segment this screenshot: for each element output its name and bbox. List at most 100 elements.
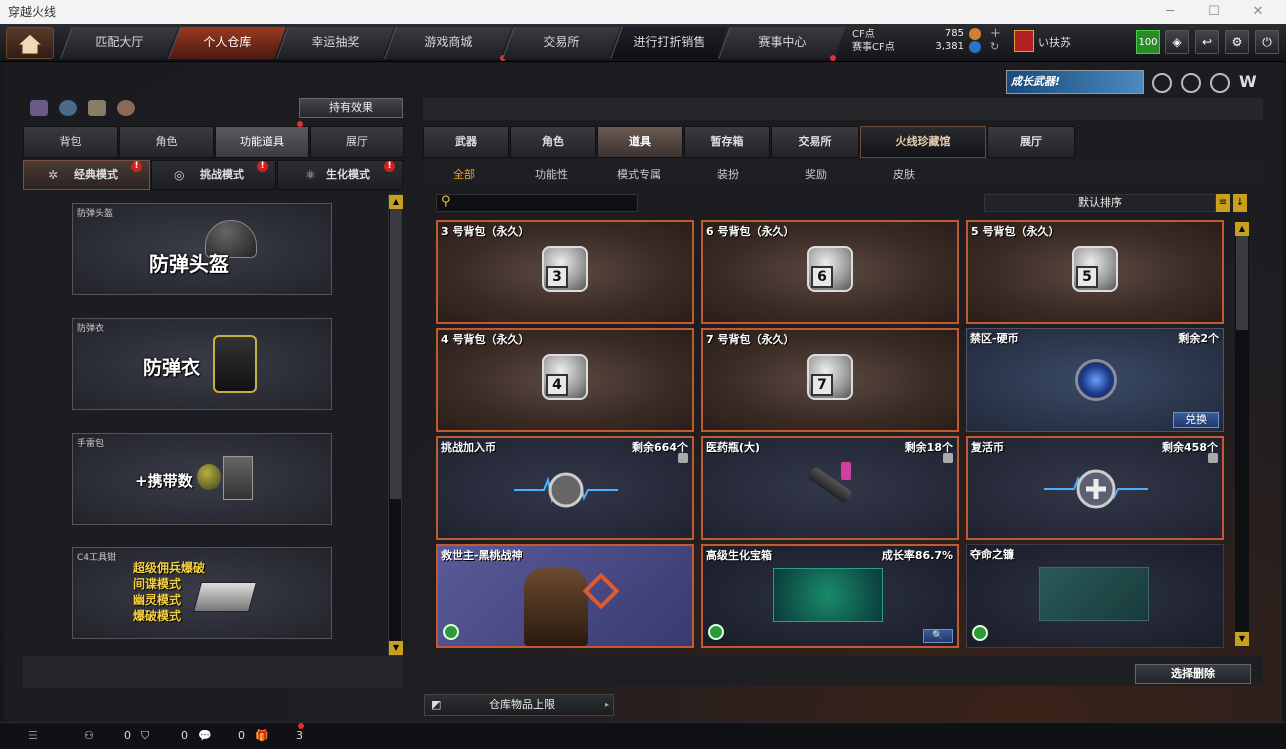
tab-match-lobby[interactable]: 匹配大厅 bbox=[60, 27, 178, 59]
right-tab-exchange[interactable]: 交易所 bbox=[771, 126, 859, 158]
tab-label: 游戏商城 bbox=[424, 35, 473, 49]
rank-icon[interactable] bbox=[30, 100, 48, 116]
right-tab-collection[interactable]: 火线珍藏馆 bbox=[860, 126, 986, 158]
burst-icon[interactable] bbox=[1210, 73, 1230, 93]
item-card[interactable]: 复活币 剩余458个 bbox=[966, 436, 1224, 540]
close-button[interactable]: ✕ bbox=[1238, 0, 1278, 24]
item-card-c4-tool[interactable]: C4工具钳 超级佣兵爆破 间谍模式 幽灵模式 爆破模式 bbox=[72, 547, 332, 639]
zombie-icon bbox=[708, 624, 724, 640]
shield-status-icon[interactable]: ⛉ bbox=[141, 729, 149, 743]
effects-button[interactable]: 持有效果 bbox=[299, 98, 403, 118]
clan-icon[interactable] bbox=[1014, 30, 1034, 52]
item-card-helmet[interactable]: 防弹头盔 防弹头盔 bbox=[72, 203, 332, 295]
item-card[interactable]: 夺命之镰 bbox=[966, 544, 1224, 648]
right-scrollbar[interactable]: ▲ ▼ bbox=[1235, 222, 1249, 646]
person-icon[interactable] bbox=[88, 100, 106, 116]
subtab-decoration[interactable]: 装扮 bbox=[717, 166, 739, 182]
alert-icon: ! bbox=[384, 161, 395, 172]
username[interactable]: い扶苏 bbox=[1038, 34, 1071, 50]
scroll-down-icon[interactable]: ▼ bbox=[389, 641, 403, 655]
left-tab-functional-items[interactable]: 功能道具 bbox=[215, 126, 309, 158]
scroll-thumb[interactable] bbox=[390, 209, 401, 499]
left-tab-character[interactable]: 角色 bbox=[119, 126, 214, 158]
cf-label: CF点 bbox=[852, 29, 875, 40]
right-tab-weapons[interactable]: 武器 bbox=[423, 126, 509, 158]
left-tab-backpack[interactable]: 背包 bbox=[23, 126, 118, 158]
item-name: 禁区-硬币 bbox=[970, 332, 1019, 345]
subtab-mode-exclusive[interactable]: 模式专属 bbox=[617, 166, 661, 182]
scroll-down-icon[interactable]: ▼ bbox=[1235, 632, 1249, 646]
target-icon[interactable] bbox=[1181, 73, 1201, 93]
item-card[interactable]: 3 号背包（永久） 3 bbox=[436, 220, 694, 324]
tab-label: 进行打折销售 bbox=[633, 35, 706, 49]
menu-icon[interactable]: ☰ bbox=[28, 729, 38, 742]
vip-icon[interactable]: W bbox=[1239, 72, 1257, 91]
chat-count: 0 bbox=[238, 729, 245, 742]
card-tag: 手雷包 bbox=[77, 439, 105, 449]
subtab-all[interactable]: 全部 bbox=[453, 166, 475, 182]
zombie-icon bbox=[443, 624, 459, 640]
cycle-icon[interactable] bbox=[59, 100, 77, 116]
item-card-grenade-pack[interactable]: 手雷包 +携带数 bbox=[72, 433, 332, 525]
left-scrollbar[interactable]: ▲ ▼ bbox=[388, 194, 403, 656]
item-card[interactable]: 7 号背包（永久） 7 bbox=[701, 328, 959, 432]
right-tab-storage-box[interactable]: 暂存箱 bbox=[684, 126, 770, 158]
left-footer bbox=[23, 656, 403, 688]
item-card[interactable]: 救世主-黑桃战神 bbox=[436, 544, 694, 648]
card-title: +携带数 bbox=[135, 472, 193, 490]
tab-warehouse[interactable]: 个人仓库 bbox=[168, 27, 286, 59]
storage-limit-bar[interactable]: ◩ 仓库物品上限 ▸ bbox=[424, 694, 614, 716]
subtab-rewards[interactable]: 奖励 bbox=[805, 166, 827, 182]
gift-icon[interactable]: 🎁 bbox=[255, 729, 269, 742]
level-badge[interactable]: 100 bbox=[1136, 30, 1160, 54]
scroll-up-icon[interactable]: ▲ bbox=[389, 195, 403, 209]
minimize-button[interactable]: ─ bbox=[1150, 0, 1190, 24]
tab-discount-sale[interactable]: 进行打折销售 bbox=[610, 27, 728, 59]
promo-banner[interactable]: 成长武器! bbox=[1006, 70, 1144, 94]
right-tab-items[interactable]: 道具 bbox=[597, 126, 683, 158]
right-tab-characters[interactable]: 角色 bbox=[510, 126, 596, 158]
sort-dropdown[interactable]: 默认排序 bbox=[984, 194, 1216, 212]
left-tab-gallery[interactable]: 展厅 bbox=[310, 126, 404, 158]
tab-event-center[interactable]: 赛事中心 bbox=[718, 27, 846, 59]
tab-lucky-draw[interactable]: 幸运抽奖 bbox=[276, 27, 394, 59]
shield-icon[interactable]: ◈ bbox=[1165, 30, 1189, 54]
item-card[interactable]: 禁区-硬币 剩余2个 兑换 bbox=[966, 328, 1224, 432]
tab-game-mall[interactable]: 游戏商城 bbox=[384, 27, 512, 59]
magnify-button[interactable]: 🔍 bbox=[923, 629, 953, 643]
item-card[interactable]: 4 号背包（永久） 4 bbox=[436, 328, 694, 432]
scroll-thumb[interactable] bbox=[1236, 236, 1248, 330]
bag-icon[interactable] bbox=[117, 100, 135, 116]
item-card[interactable]: 医药瓶(大) 剩余18个 bbox=[701, 436, 959, 540]
top-nav: 匹配大厅 个人仓库 幸运抽奖 游戏商城 交易所 进行打折销售 赛事中心 bbox=[0, 24, 1286, 62]
item-card-vest[interactable]: 防弹衣 防弹衣 bbox=[72, 318, 332, 410]
home-button[interactable] bbox=[6, 27, 54, 59]
home-icon bbox=[16, 33, 44, 55]
item-name: 救世主-黑桃战神 bbox=[441, 549, 523, 562]
return-icon[interactable]: ↩ bbox=[1195, 30, 1219, 54]
maximize-button[interactable]: ☐ bbox=[1194, 0, 1234, 24]
card-title: 防弹头盔 bbox=[149, 252, 229, 276]
list-view-icon[interactable]: ≡ bbox=[1216, 194, 1230, 212]
chat-icon[interactable]: 💬 bbox=[198, 729, 212, 742]
scroll-up-icon[interactable]: ▲ bbox=[1235, 222, 1249, 236]
card-tag: C4工具钳 bbox=[77, 553, 117, 563]
right-tab-gallery[interactable]: 展厅 bbox=[987, 126, 1075, 158]
gear-icon[interactable]: ⚙ bbox=[1225, 30, 1249, 54]
subtab-functional[interactable]: 功能性 bbox=[535, 166, 568, 182]
refresh-icon[interactable]: ↻ bbox=[990, 40, 999, 53]
exchange-button[interactable]: 兑换 bbox=[1173, 412, 1219, 428]
sort-order-icon[interactable]: ↓ bbox=[1233, 194, 1247, 212]
search-input[interactable]: ⚲ bbox=[436, 194, 638, 212]
tab-exchange[interactable]: 交易所 bbox=[502, 27, 620, 59]
friends-icon[interactable]: ⚇ bbox=[84, 729, 94, 742]
item-card[interactable]: 高级生化宝箱 成长率86.7% 🔍 bbox=[701, 544, 959, 648]
select-delete-button[interactable]: 选择删除 bbox=[1135, 664, 1251, 684]
item-card[interactable]: 6 号背包（永久） 6 bbox=[701, 220, 959, 324]
badge-icon[interactable] bbox=[1152, 73, 1172, 93]
subtab-skins[interactable]: 皮肤 bbox=[893, 166, 915, 182]
power-icon[interactable]: ⏻ bbox=[1255, 30, 1279, 54]
item-card[interactable]: 5 号背包（永久） 5 bbox=[966, 220, 1224, 324]
item-card[interactable]: 挑战加入币 剩余664个 bbox=[436, 436, 694, 540]
add-icon[interactable]: + bbox=[990, 26, 1001, 41]
